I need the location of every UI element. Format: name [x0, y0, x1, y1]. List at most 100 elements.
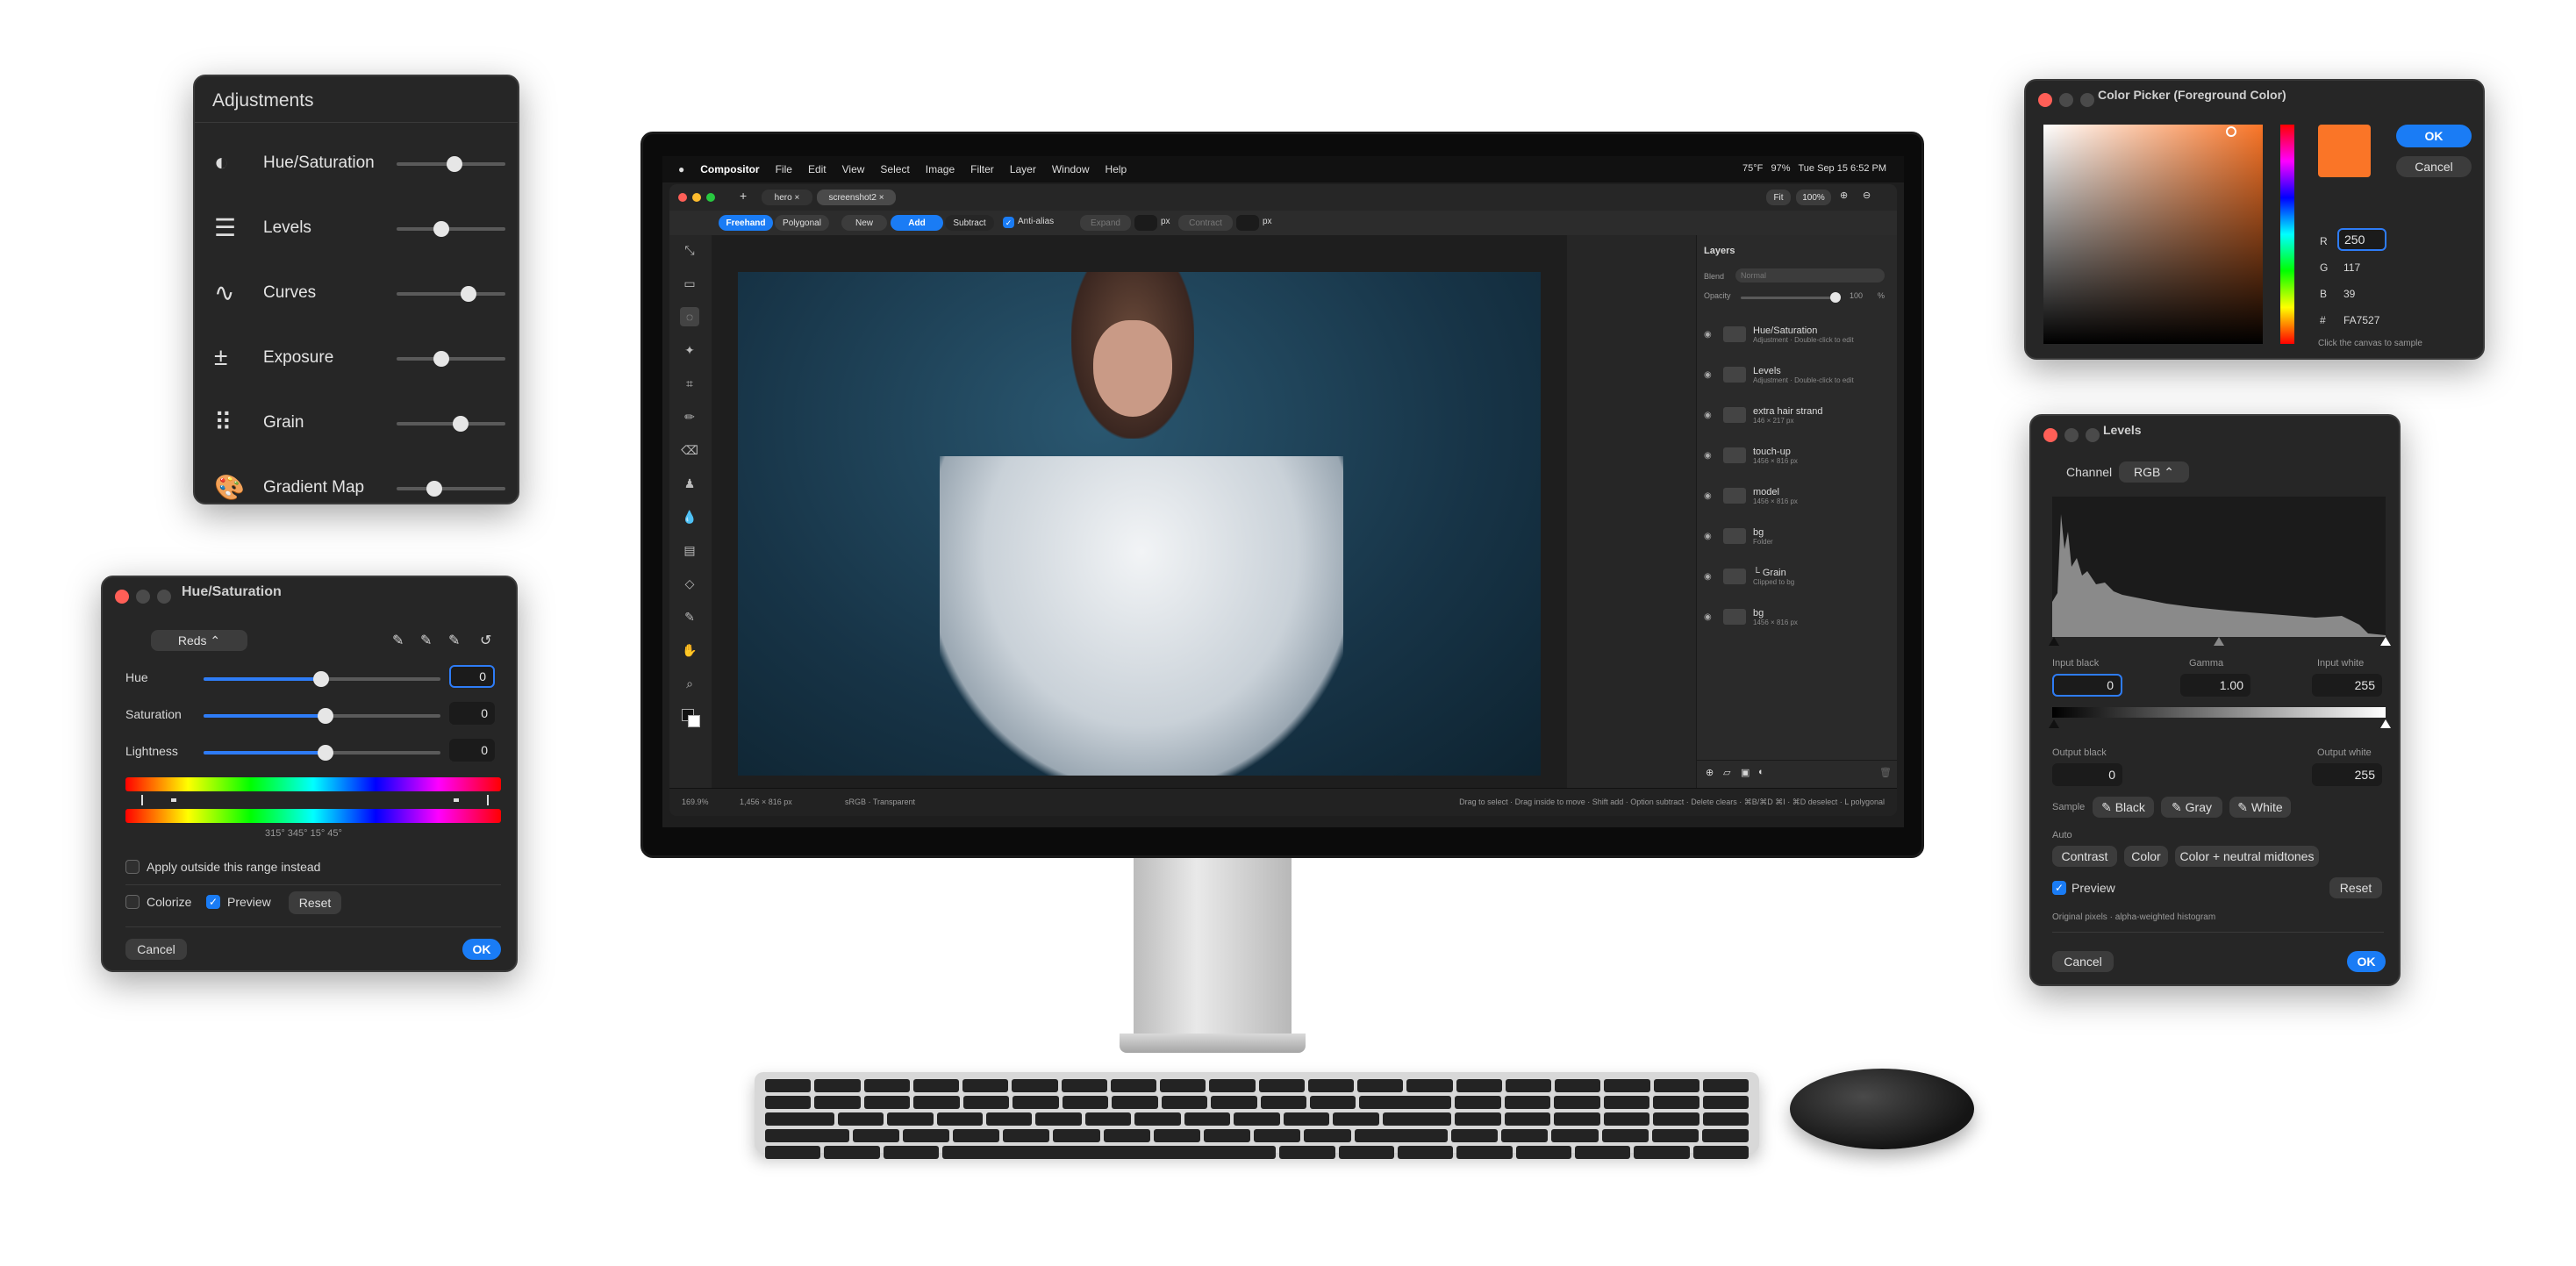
opacity-slider[interactable]: [1741, 292, 1841, 303]
new-layer-icon[interactable]: ⊕: [1706, 767, 1714, 778]
marquee-tool-icon[interactable]: ▭: [680, 274, 699, 293]
adjustment-slider[interactable]: [397, 156, 505, 172]
polygonal-button[interactable]: Polygonal: [775, 215, 829, 231]
eraser-tool-icon[interactable]: ⌫: [680, 440, 699, 460]
menu-image[interactable]: Image: [926, 163, 955, 175]
preview-checkbox[interactable]: ✓: [2052, 881, 2066, 895]
lasso-tool-icon[interactable]: ◌: [680, 307, 699, 326]
hue-strip[interactable]: [2280, 125, 2294, 344]
minimize-button[interactable]: [136, 590, 150, 604]
adjustment-item[interactable]: ☰ Levels: [195, 203, 518, 255]
blend-select[interactable]: Normal: [1735, 268, 1885, 283]
input-black-handle[interactable]: [2049, 637, 2059, 646]
trash-icon[interactable]: 🗑: [1879, 767, 1892, 778]
sample-gray-button[interactable]: ✎ Gray: [2161, 797, 2222, 818]
eyedropper-icon[interactable]: ✎: [392, 632, 404, 649]
canvas-area[interactable]: [712, 235, 1567, 788]
crop-tool-icon[interactable]: ⌗: [680, 374, 699, 393]
g-field[interactable]: 117: [2343, 261, 2360, 274]
input-black-field[interactable]: 0: [2052, 674, 2122, 697]
magic-wand-tool-icon[interactable]: ✦: [680, 340, 699, 360]
canvas-image[interactable]: [738, 272, 1541, 776]
reset-icon[interactable]: ↺: [480, 632, 491, 649]
eye-icon[interactable]: ◉: [1704, 330, 1716, 340]
close-button[interactable]: [678, 193, 687, 202]
input-white-handle[interactable]: [2380, 637, 2391, 646]
hex-field[interactable]: FA7527: [2343, 314, 2379, 326]
ok-button[interactable]: OK: [2347, 951, 2386, 972]
zoom-button[interactable]: [2080, 93, 2094, 107]
auto-color-neutral-button[interactable]: Color + neutral midtones: [2175, 846, 2319, 867]
minimize-button[interactable]: [2059, 93, 2073, 107]
colorize-checkbox[interactable]: [125, 895, 140, 909]
adjustment-slider[interactable]: [397, 481, 505, 497]
lightness-field[interactable]: 0: [449, 739, 495, 762]
range-handles[interactable]: [125, 795, 501, 805]
zoom-button[interactable]: [157, 590, 171, 604]
brush-tool-icon[interactable]: ✏: [680, 407, 699, 426]
layer-row[interactable]: ◉ touch-up 1456 × 816 px: [1704, 437, 1893, 474]
saturation-slider[interactable]: [204, 708, 440, 724]
preview-checkbox[interactable]: ✓: [206, 895, 220, 909]
adjustment-slider[interactable]: [397, 221, 505, 237]
close-button[interactable]: [2038, 93, 2052, 107]
output-white-handle[interactable]: [2380, 719, 2391, 728]
adjustment-item[interactable]: ∿ Curves: [195, 268, 518, 320]
stamp-tool-icon[interactable]: ♟: [680, 474, 699, 493]
layer-row[interactable]: ◉ Levels Adjustment · Double-click to edit: [1704, 356, 1893, 393]
eye-icon[interactable]: ◉: [1704, 491, 1716, 501]
zoom-button[interactable]: [706, 193, 715, 202]
tab-screenshot2[interactable]: screenshot2 ×: [817, 190, 896, 205]
cancel-button[interactable]: Cancel: [2396, 156, 2472, 177]
apple-icon[interactable]: ●: [678, 163, 684, 175]
new-button[interactable]: New: [841, 215, 887, 231]
menu-file[interactable]: File: [776, 163, 792, 175]
eye-icon[interactable]: ◉: [1704, 572, 1716, 582]
layer-row[interactable]: ◉ model 1456 × 816 px: [1704, 477, 1893, 514]
auto-contrast-button[interactable]: Contrast: [2052, 846, 2117, 867]
channel-select[interactable]: Reds ⌃: [151, 630, 247, 651]
adjustment-item[interactable]: ◐ Hue/Saturation: [195, 138, 518, 190]
gamma-field[interactable]: 1.00: [2180, 674, 2250, 697]
eyedropper-subtract-icon[interactable]: ✎: [448, 632, 460, 649]
channel-select[interactable]: RGB ⌃: [2119, 461, 2189, 483]
adjustment-slider[interactable]: [397, 286, 505, 302]
fit-button[interactable]: Fit: [1766, 190, 1791, 205]
layer-row[interactable]: ◉ bg 1456 × 816 px: [1704, 598, 1893, 635]
tab-hero[interactable]: hero ×: [762, 190, 812, 205]
new-tab-button[interactable]: +: [740, 189, 747, 203]
move-tool-icon[interactable]: ⤡: [680, 240, 699, 260]
opacity-value[interactable]: 100: [1850, 291, 1863, 300]
blur-tool-icon[interactable]: 💧: [680, 507, 699, 526]
expand-button[interactable]: Expand: [1080, 215, 1131, 231]
zoom-level[interactable]: 100%: [1796, 190, 1831, 205]
adjustment-item[interactable]: ⠿ Grain: [195, 397, 518, 450]
saturation-field[interactable]: 0: [449, 702, 495, 725]
lightness-slider[interactable]: [204, 745, 440, 761]
hue-slider[interactable]: [204, 671, 440, 687]
eye-icon[interactable]: ◉: [1704, 370, 1716, 380]
adjustment-item[interactable]: 🎨 Gradient Map: [195, 462, 518, 503]
zoom-button[interactable]: [2086, 428, 2100, 442]
contract-field[interactable]: [1236, 215, 1259, 231]
ok-button[interactable]: OK: [2396, 125, 2472, 147]
anti-alias-checkbox[interactable]: ✓: [1003, 217, 1014, 228]
adjustment-slider[interactable]: [397, 416, 505, 432]
gradient-tool-icon[interactable]: ▤: [680, 540, 699, 560]
gamma-handle[interactable]: [2214, 637, 2224, 646]
eye-icon[interactable]: ◉: [1704, 411, 1716, 420]
sample-black-button[interactable]: ✎ Black: [2093, 797, 2154, 818]
eye-icon[interactable]: ◉: [1704, 532, 1716, 541]
reset-button[interactable]: Reset: [289, 891, 341, 914]
eye-icon[interactable]: ◉: [1704, 451, 1716, 461]
hand-tool-icon[interactable]: ✋: [680, 640, 699, 660]
close-button[interactable]: [115, 590, 129, 604]
add-button[interactable]: Add: [891, 215, 943, 231]
menu-filter[interactable]: Filter: [970, 163, 994, 175]
layer-row[interactable]: ◉ extra hair strand 146 × 217 px: [1704, 397, 1893, 433]
saturation-value-field[interactable]: [2043, 125, 2263, 344]
contract-button[interactable]: Contract: [1178, 215, 1233, 231]
output-black-handle[interactable]: [2049, 719, 2059, 728]
cancel-button[interactable]: Cancel: [125, 939, 187, 960]
menu-view[interactable]: View: [842, 163, 865, 175]
